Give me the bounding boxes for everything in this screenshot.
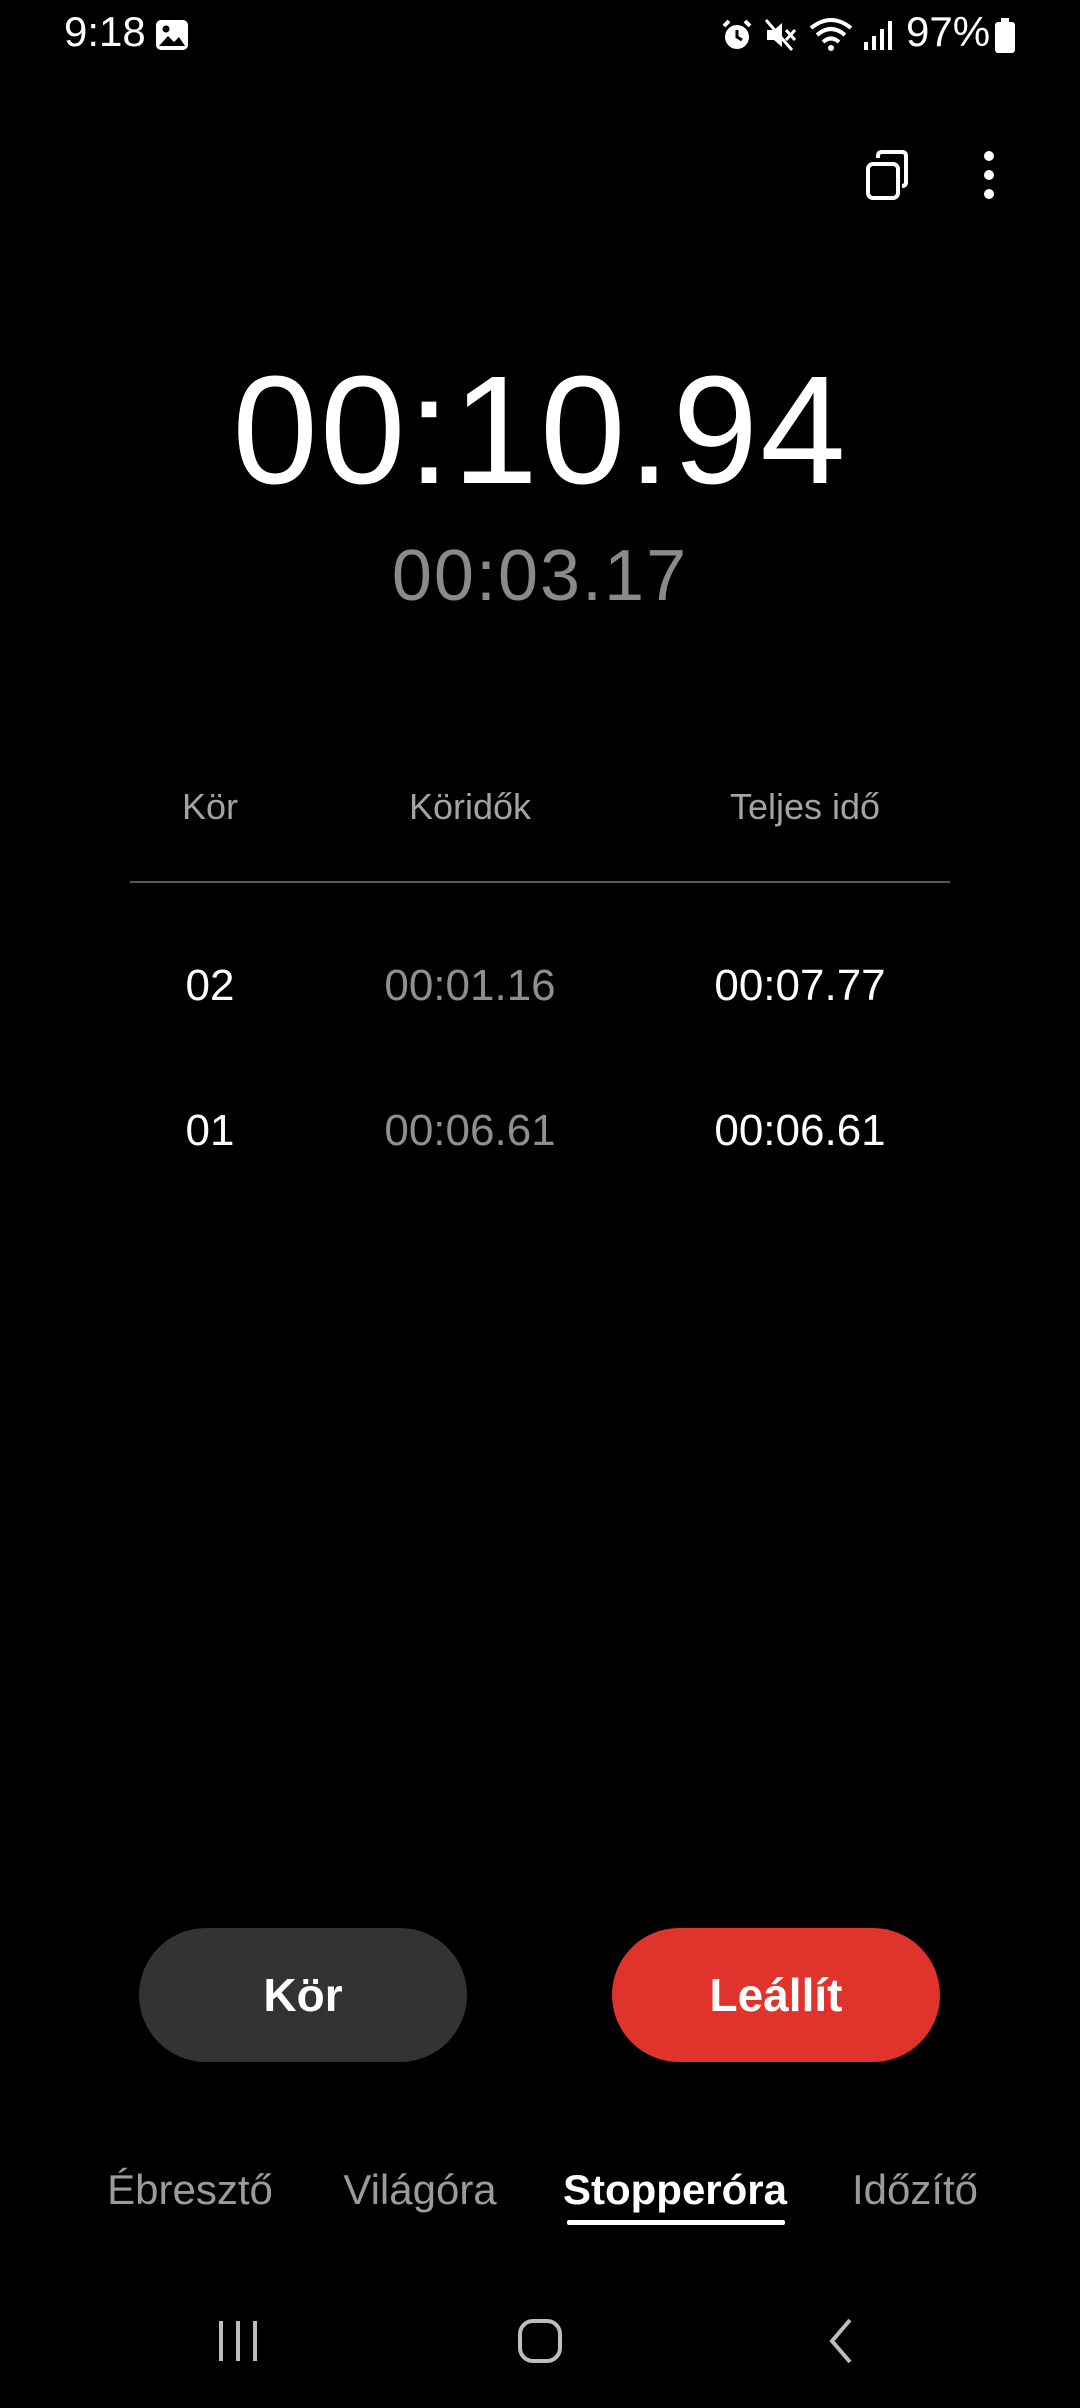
more-options-icon[interactable] <box>954 140 1024 210</box>
tab-timer[interactable]: Időzítő <box>835 2160 995 2220</box>
alarm-icon <box>718 16 756 54</box>
lap-number: 01 <box>185 1106 235 1155</box>
lap-total-time: 00:07.77 <box>714 961 886 1010</box>
lap-total-time: 00:06.61 <box>714 1106 886 1155</box>
lap-button[interactable]: Kör <box>139 1928 467 2062</box>
active-tab-indicator <box>567 2220 785 2225</box>
popup-view-icon[interactable] <box>852 140 922 210</box>
home-icon[interactable] <box>500 2306 580 2376</box>
status-bar: 9:18 97% <box>0 0 1080 70</box>
stop-button[interactable]: Leállít <box>612 1928 940 2062</box>
tab-stopwatch[interactable]: Stopperóra <box>555 2160 795 2220</box>
stopwatch-main-time: 00:10.94 <box>232 344 848 516</box>
lap-split-time: 00:01.16 <box>384 961 556 1010</box>
signal-icon <box>860 16 898 54</box>
tab-world-clock[interactable]: Világóra <box>330 2160 510 2220</box>
wifi-icon <box>808 16 854 54</box>
status-time: 9:18 <box>64 8 146 55</box>
lap-split-time: 00:06.61 <box>384 1106 556 1155</box>
battery-percent: 97% <box>906 8 991 55</box>
header-lap-time: Köridők <box>408 786 532 827</box>
lap-table-divider <box>130 881 950 883</box>
stopwatch-current-lap-time: 00:03.17 <box>391 536 689 616</box>
recent-apps-icon[interactable] <box>198 2306 278 2376</box>
back-icon[interactable] <box>802 2306 882 2376</box>
mute-icon <box>762 16 800 54</box>
tab-alarm[interactable]: Ébresztő <box>95 2160 285 2220</box>
gallery-icon <box>154 18 190 52</box>
header-lap-number: Kör <box>181 786 239 827</box>
header-total-time: Teljes idő <box>729 786 881 827</box>
battery-icon <box>994 18 1016 54</box>
lap-number: 02 <box>185 961 235 1010</box>
